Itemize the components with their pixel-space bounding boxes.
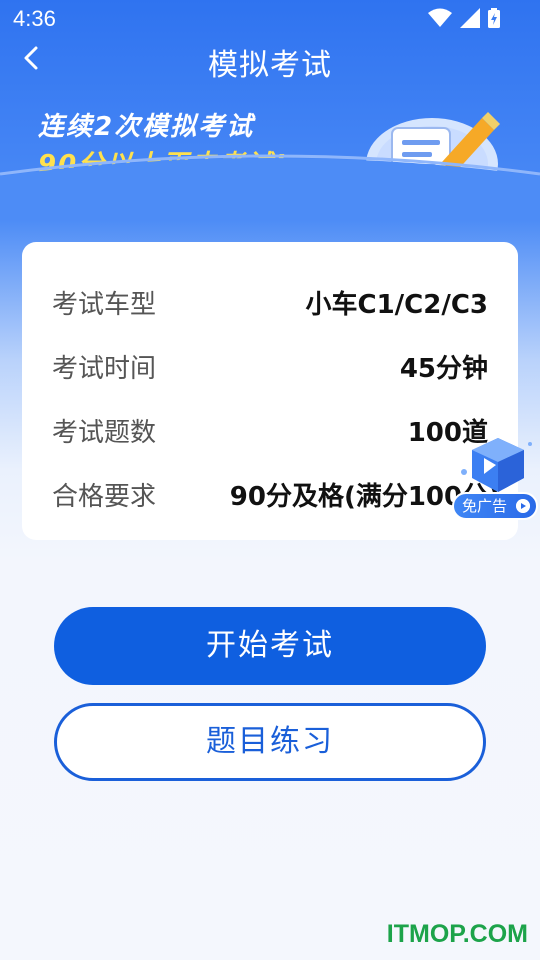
wifi-icon <box>428 8 452 27</box>
info-row-duration: 考试时间 45分钟 <box>52 348 488 388</box>
info-value: 45分钟 <box>399 354 488 384</box>
status-icons <box>428 8 500 28</box>
info-row-vehicle: 考试车型 小车C1/C2/C3 <box>52 284 488 324</box>
info-label: 考试时间 <box>52 354 157 384</box>
page-title: 模拟考试 <box>208 48 332 83</box>
ad-free-label[interactable]: 免广告 <box>452 492 538 520</box>
banner-curve <box>0 154 540 220</box>
info-label: 考试题数 <box>52 418 157 448</box>
ad-free-text: 免广告 <box>462 497 508 515</box>
signal-icon <box>460 8 480 28</box>
nav-bar: 模拟考试 <box>0 36 540 83</box>
video-cube-icon <box>461 438 532 492</box>
exam-info-card: 考试车型 小车C1/C2/C3 考试时间 45分钟 考试题数 100道 合格要求… <box>22 242 518 540</box>
watermark: ITMOP.COM <box>386 920 528 948</box>
ad-free-badge[interactable]: 免广告 <box>452 432 538 522</box>
banner-headline: 连续2次模拟考试 <box>38 112 255 142</box>
info-row-question-count: 考试题数 100道 <box>52 412 488 452</box>
status-time: 4:36 <box>13 6 56 31</box>
play-icon <box>516 499 530 513</box>
practice-questions-button[interactable]: 题目练习 <box>54 703 486 781</box>
battery-icon <box>488 8 500 28</box>
start-exam-button[interactable]: 开始考试 <box>54 607 486 685</box>
info-label: 考试车型 <box>52 290 157 320</box>
info-row-pass-requirement: 合格要求 90分及格(满分100分) <box>52 476 500 516</box>
status-bar: 4:36 <box>0 0 540 36</box>
info-value: 小车C1/C2/C3 <box>305 290 488 320</box>
info-label: 合格要求 <box>52 482 157 512</box>
